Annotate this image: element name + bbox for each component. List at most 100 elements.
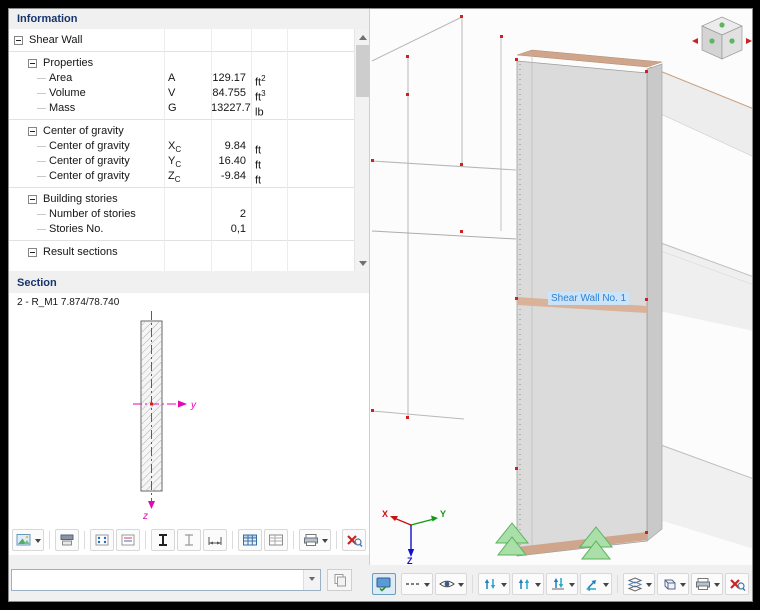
table-row[interactable]: Stories No. 0,1 bbox=[9, 222, 354, 237]
model-scene[interactable]: X Y Z bbox=[370, 9, 753, 565]
collapse-icon[interactable] bbox=[28, 59, 37, 68]
table-row[interactable]: Volume V 84.755 ft3 bbox=[9, 86, 354, 101]
table-row[interactable]: Center of gravity YC 16.40 ft bbox=[9, 154, 354, 169]
tree-group-building-stories[interactable]: Building stories bbox=[9, 192, 354, 207]
navigation-cube[interactable] bbox=[692, 16, 752, 60]
printer-icon bbox=[696, 578, 710, 590]
combobox-dropdown-button[interactable] bbox=[303, 570, 320, 590]
toolbar-separator bbox=[145, 531, 146, 549]
scrollbar-thumb[interactable] bbox=[356, 45, 369, 97]
section-close-button[interactable] bbox=[342, 529, 366, 551]
property-name: Center of gravity bbox=[9, 139, 164, 154]
clipping-box-button[interactable] bbox=[657, 573, 689, 595]
axis-z-label: z bbox=[142, 511, 148, 522]
arrows-up-down-icon bbox=[518, 579, 530, 589]
arrows-up-down-icon bbox=[552, 578, 564, 590]
toolbar-separator bbox=[472, 575, 473, 593]
tree-group-center-of-gravity[interactable]: Center of gravity bbox=[9, 124, 354, 139]
property-value: 84.755 bbox=[212, 87, 246, 99]
command-input[interactable] bbox=[12, 570, 303, 590]
dropdown-arrow-icon bbox=[714, 583, 720, 590]
arrow-down-icon bbox=[358, 260, 367, 270]
property-symbol: V bbox=[168, 87, 176, 99]
profile-thin-button[interactable] bbox=[177, 529, 201, 551]
table-row[interactable]: Mass G 13227.7 lb bbox=[9, 101, 354, 116]
wall-selection-label: Shear Wall No. 1 bbox=[548, 292, 630, 305]
toolbar-separator bbox=[336, 531, 337, 549]
empty-cell bbox=[287, 101, 354, 116]
view-z-button[interactable] bbox=[546, 573, 578, 595]
property-unit: lb bbox=[255, 106, 264, 116]
export-image-button[interactable] bbox=[55, 529, 79, 551]
property-symbol bbox=[164, 207, 211, 222]
empty-cell bbox=[287, 139, 354, 154]
scroll-up-button[interactable] bbox=[355, 29, 370, 44]
collapse-icon[interactable] bbox=[28, 127, 37, 136]
values-icon bbox=[121, 534, 135, 546]
tree-item-shear-wall[interactable]: Shear Wall bbox=[9, 33, 354, 48]
dimension-icon bbox=[208, 537, 222, 545]
app-window: Information Shear Wall Properties Area A… bbox=[8, 8, 753, 602]
scroll-down-button[interactable] bbox=[355, 256, 370, 271]
render-mode-button[interactable] bbox=[372, 573, 396, 595]
table-row[interactable]: Number of stories 2 bbox=[9, 207, 354, 222]
table-row[interactable]: Area A 129.17 ft2 bbox=[9, 71, 354, 86]
layers-icon bbox=[627, 577, 643, 592]
section-drawing: y z bbox=[133, 311, 197, 522]
result-table-button[interactable] bbox=[238, 529, 262, 551]
view-isometric-button[interactable] bbox=[580, 573, 612, 595]
tree-group-properties[interactable]: Properties bbox=[9, 56, 354, 71]
cube-face-dot-icon bbox=[709, 38, 715, 44]
dropdown-arrow-icon bbox=[680, 583, 686, 590]
dimension-lines-button[interactable] bbox=[203, 529, 227, 551]
info-table-button[interactable] bbox=[264, 529, 288, 551]
cancel-zoom-button[interactable] bbox=[725, 573, 749, 595]
tree-group-label: Result sections bbox=[43, 246, 118, 258]
information-tree: Shear Wall Properties Area A 129.17 ft2 … bbox=[9, 29, 354, 271]
section-toolbar bbox=[11, 528, 367, 552]
print-section-button[interactable] bbox=[299, 529, 331, 551]
collapse-icon[interactable] bbox=[14, 36, 23, 45]
i-beam-bold-icon bbox=[159, 534, 167, 546]
property-name: Mass bbox=[9, 101, 164, 116]
property-name: Center of gravity bbox=[9, 154, 164, 169]
tree-group-result-sections[interactable]: Result sections bbox=[9, 245, 354, 260]
red-cross-magnifier-icon bbox=[347, 535, 363, 547]
toolbar-separator bbox=[232, 531, 233, 549]
empty-cell bbox=[287, 207, 354, 222]
info-scrollbar[interactable] bbox=[354, 29, 370, 271]
view-y-button[interactable] bbox=[512, 573, 544, 595]
dropdown-arrow-icon bbox=[535, 583, 541, 590]
copy-output-button[interactable] bbox=[327, 569, 352, 591]
collapse-icon[interactable] bbox=[28, 248, 37, 257]
view-x-button[interactable] bbox=[478, 573, 510, 595]
panel-title-text: Information bbox=[17, 13, 78, 25]
property-value: 2 bbox=[239, 208, 246, 220]
viewport-3d[interactable]: X Y Z Shear Wall No. 1 bbox=[369, 9, 753, 565]
table-row[interactable]: Center of gravity XC 9.84 ft bbox=[9, 139, 354, 154]
cube-rotate-right-icon[interactable] bbox=[746, 38, 752, 44]
table-row[interactable]: Center of gravity ZC -9.84 ft bbox=[9, 169, 354, 184]
guide-lines-button[interactable] bbox=[401, 573, 433, 595]
visibility-button[interactable] bbox=[435, 573, 467, 595]
property-name: Stories No. bbox=[9, 222, 164, 237]
stress-points-button[interactable] bbox=[90, 529, 114, 551]
empty-cell bbox=[287, 71, 354, 86]
cube-rotate-left-icon[interactable] bbox=[692, 38, 698, 44]
dropdown-arrow-icon bbox=[646, 583, 652, 590]
property-name: Number of stories bbox=[9, 207, 164, 222]
collapse-icon[interactable] bbox=[28, 195, 37, 204]
property-unit bbox=[251, 222, 287, 237]
toolbar-separator bbox=[617, 575, 618, 593]
cube-icon bbox=[664, 579, 676, 590]
list-icon bbox=[269, 534, 283, 546]
print-view-button[interactable] bbox=[691, 573, 723, 595]
section-values-button[interactable] bbox=[116, 529, 140, 551]
property-value: 9.84 bbox=[224, 140, 246, 152]
section-display-options-button[interactable] bbox=[12, 529, 44, 551]
property-value: 129.17 bbox=[212, 72, 246, 84]
profile-bold-button[interactable] bbox=[151, 529, 175, 551]
centroid-marker bbox=[150, 402, 153, 406]
command-combobox[interactable] bbox=[11, 569, 321, 591]
visibility-layers-button[interactable] bbox=[623, 573, 655, 595]
